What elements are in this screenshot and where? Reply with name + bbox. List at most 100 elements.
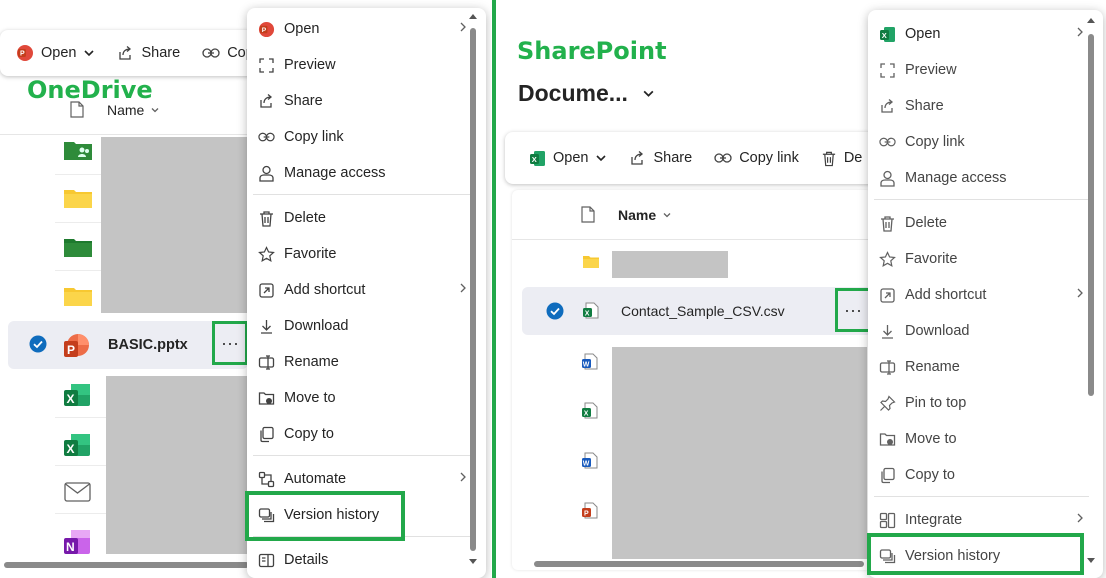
- shortcut-icon: [258, 282, 275, 299]
- more-actions-button[interactable]: ···: [212, 321, 248, 365]
- scroll-down-arrow[interactable]: [469, 559, 477, 564]
- name-column-header[interactable]: Name: [618, 207, 672, 223]
- integrate-icon: [879, 512, 896, 529]
- menu-item-preview[interactable]: Preview: [247, 47, 486, 83]
- horizontal-scrollbar[interactable]: [4, 562, 249, 568]
- person-icon: [258, 165, 275, 182]
- menu-item-favorite[interactable]: Favorite: [868, 241, 1103, 277]
- menu-item-add-shortcut[interactable]: Add shortcut: [868, 277, 1103, 313]
- horizontal-scrollbar[interactable]: [534, 561, 864, 567]
- copy-link-label: Copy link: [739, 150, 799, 166]
- menu-separator: [874, 496, 1089, 497]
- svg-text:X: X: [67, 442, 75, 456]
- menu-item-delete[interactable]: Delete: [868, 205, 1103, 241]
- download-icon: [258, 318, 275, 335]
- folder-icon: [582, 255, 600, 274]
- delete-label: De: [843, 150, 863, 166]
- svg-text:X: X: [67, 392, 75, 406]
- menu-item-rename[interactable]: Rename: [868, 349, 1103, 385]
- check-circle-icon[interactable]: [29, 335, 47, 353]
- menu-item-open[interactable]: P Open: [247, 11, 486, 47]
- menu-separator: [874, 199, 1089, 200]
- folder-icon: [63, 236, 93, 263]
- selected-file-name[interactable]: BASIC.pptx: [108, 337, 188, 353]
- menu-item-label: Copy link: [284, 129, 344, 145]
- menu-scrollbar[interactable]: [470, 28, 476, 551]
- name-column-header[interactable]: Name: [107, 102, 160, 118]
- chevron-right-icon: [1075, 512, 1085, 524]
- menu-item-preview[interactable]: Preview: [868, 52, 1103, 88]
- onedrive-open-button[interactable]: P Open: [16, 44, 95, 62]
- powerpoint-icon: P: [63, 333, 91, 364]
- file-type-icon: [70, 101, 84, 118]
- copy-icon: [879, 467, 896, 484]
- excel-icon: X: [529, 150, 546, 167]
- scroll-up-arrow[interactable]: [469, 14, 477, 19]
- excel-csv-icon: X: [582, 302, 599, 324]
- menu-item-share[interactable]: Share: [247, 83, 486, 119]
- header-divider: [0, 134, 250, 135]
- chevron-right-icon: [458, 471, 468, 483]
- menu-item-label: Integrate: [905, 512, 963, 528]
- svg-text:P: P: [20, 51, 25, 58]
- menu-item-copy-to[interactable]: Copy to: [868, 457, 1103, 493]
- menu-item-manage-access[interactable]: Manage access: [247, 155, 486, 191]
- menu-item-delete[interactable]: Delete: [247, 200, 486, 236]
- menu-item-label: Manage access: [284, 165, 386, 181]
- scroll-up-arrow[interactable]: [1087, 18, 1095, 23]
- sharepoint-share-button[interactable]: Share: [629, 150, 692, 167]
- svg-text:N: N: [66, 540, 75, 554]
- chevron-right-icon: [1075, 287, 1085, 299]
- rename-icon: [879, 359, 896, 376]
- menu-item-open[interactable]: X Open: [868, 16, 1103, 52]
- sharepoint-brand-label: SharePoint: [517, 37, 667, 65]
- menu-item-move-to[interactable]: Move to: [247, 380, 486, 416]
- library-title[interactable]: Docume...: [518, 80, 655, 107]
- menu-separator: [253, 194, 472, 195]
- more-actions-button[interactable]: ···: [835, 288, 871, 332]
- menu-item-share[interactable]: Share: [868, 88, 1103, 124]
- chevron-down-icon: [642, 87, 655, 100]
- powerpoint-icon: P: [581, 502, 598, 524]
- menu-item-label: Download: [284, 318, 349, 334]
- onedrive-brand-label: OneDrive: [27, 76, 153, 104]
- menu-item-details[interactable]: Details: [247, 542, 486, 578]
- svg-text:X: X: [585, 311, 590, 318]
- onedrive-panel: P Open Share Copy OneDrive Name P BASIC.…: [0, 0, 491, 578]
- menu-item-pin-to-top[interactable]: Pin to top: [868, 385, 1103, 421]
- sharepoint-delete-button[interactable]: De: [821, 150, 863, 167]
- more-icon: ···: [844, 299, 862, 320]
- sharepoint-copy-link-button[interactable]: Copy link: [714, 150, 799, 166]
- onedrive-share-button[interactable]: Share: [117, 45, 180, 62]
- menu-scrollbar[interactable]: [1088, 34, 1094, 396]
- sharepoint-open-button[interactable]: X Open: [529, 150, 607, 167]
- menu-item-copy-to[interactable]: Copy to: [247, 416, 486, 452]
- menu-item-add-shortcut[interactable]: Add shortcut: [247, 272, 486, 308]
- menu-item-copy-link[interactable]: Copy link: [247, 119, 486, 155]
- menu-item-manage-access[interactable]: Manage access: [868, 160, 1103, 196]
- menu-item-label: Favorite: [284, 246, 337, 262]
- selected-file-name[interactable]: Contact_Sample_CSV.csv: [621, 303, 785, 319]
- redacted-block: [612, 251, 728, 278]
- scroll-down-arrow[interactable]: [1087, 558, 1095, 563]
- menu-item-label: Delete: [905, 215, 947, 231]
- star-icon: [258, 245, 275, 263]
- menu-item-label: Favorite: [905, 251, 958, 267]
- menu-item-copy-link[interactable]: Copy link: [868, 124, 1103, 160]
- excel-icon: X: [63, 432, 91, 463]
- shortcut-icon: [879, 287, 896, 304]
- menu-item-download[interactable]: Download: [868, 313, 1103, 349]
- excel-icon: X: [63, 382, 91, 413]
- menu-item-label: Share: [905, 98, 944, 114]
- menu-item-rename[interactable]: Rename: [247, 344, 486, 380]
- menu-item-download[interactable]: Download: [247, 308, 486, 344]
- check-circle-icon[interactable]: [546, 302, 564, 320]
- menu-item-favorite[interactable]: Favorite: [247, 236, 486, 272]
- menu-item-move-to[interactable]: Move to: [868, 421, 1103, 457]
- menu-item-label: Move to: [905, 431, 957, 447]
- sharepoint-panel: SharePoint Docume... X Open Share Copy l…: [497, 0, 1106, 578]
- trash-icon: [821, 150, 837, 167]
- move-folder-icon: [879, 431, 896, 448]
- star-icon: [879, 250, 896, 268]
- name-header-label: Name: [107, 102, 145, 118]
